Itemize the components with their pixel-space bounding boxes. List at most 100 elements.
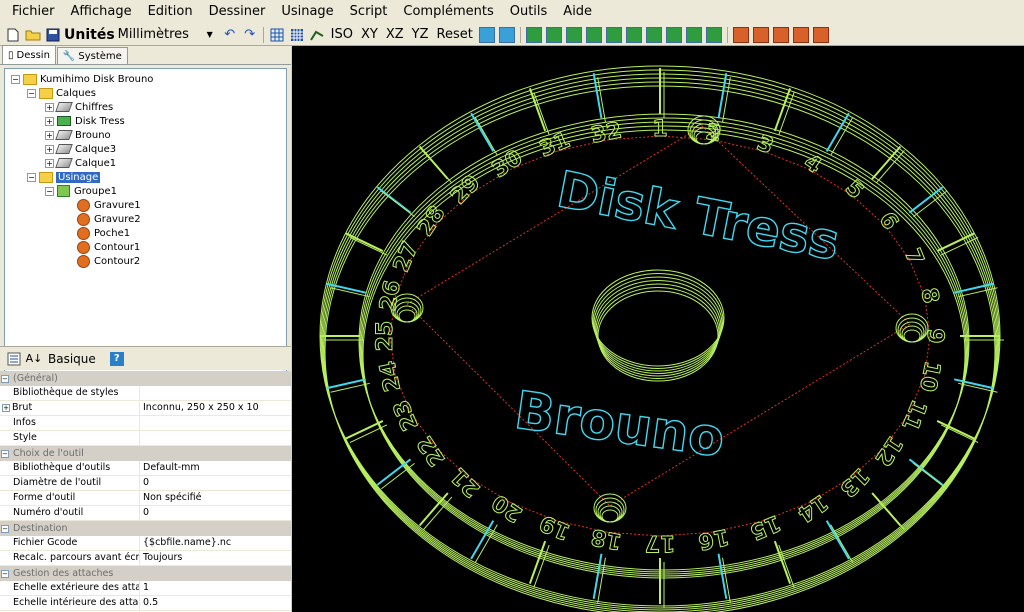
prop-value[interactable]: 1 — [140, 581, 291, 595]
undo-icon[interactable]: ↶ — [221, 26, 239, 44]
draw-arc-icon[interactable] — [625, 26, 643, 44]
generate-gcode-icon[interactable] — [812, 26, 830, 44]
document-tree[interactable]: − Kumihimo Disk Brouno − Calques + Chiffres… — [4, 68, 287, 388]
tree-node-gravure1[interactable]: Gravure1 — [77, 198, 141, 212]
prop-row[interactable]: Infos — [0, 416, 291, 431]
tab-systeme[interactable]: 🔧 Système — [56, 47, 128, 64]
menu-affichage[interactable]: Affichage — [63, 0, 140, 24]
expand-icon[interactable]: + — [45, 144, 54, 154]
help-icon[interactable]: ? — [108, 350, 126, 368]
prop-value[interactable]: Inconnu, 250 x 250 x 10 — [140, 401, 291, 415]
draw-point-icon[interactable] — [565, 26, 583, 44]
expand-icon[interactable]: + — [45, 158, 54, 168]
collapse-icon[interactable]: − — [27, 88, 36, 98]
menu-outils[interactable]: Outils — [502, 0, 556, 24]
basic-view-button[interactable]: Basique — [45, 350, 99, 368]
tab-dessin[interactable]: ▯ Dessin — [2, 45, 56, 64]
category-destination[interactable]: − Destination — [0, 521, 291, 536]
expand-icon[interactable]: + — [45, 130, 54, 140]
grid-icon[interactable] — [268, 26, 286, 44]
tree-node-contour2[interactable]: Contour2 — [77, 254, 140, 268]
view-xz-button[interactable]: XZ — [383, 26, 407, 44]
draw-copy-icon[interactable] — [685, 26, 703, 44]
draw-rectangle-icon[interactable] — [585, 26, 603, 44]
tree-node-calques[interactable]: − Calques — [27, 86, 96, 100]
tree-node-groupe1[interactable]: − Groupe1 — [45, 184, 117, 198]
tree-node-layer-calque3[interactable]: + Calque3 — [45, 142, 116, 156]
categorized-icon[interactable] — [5, 350, 23, 368]
zoom-extents-icon[interactable] — [478, 26, 496, 44]
prop-row[interactable]: Numéro d'outil 0 — [0, 506, 291, 521]
3d-viewport[interactable]: 1 2 3 4 5 6 7 8 9 10 11 12 13 14 15 16 17 18 19 20 21 22 23 24 2… — [292, 46, 1024, 612]
menu-dessiner[interactable]: Dessiner — [201, 0, 274, 24]
engrave-op-icon[interactable] — [752, 26, 770, 44]
tree-node-root[interactable]: − Kumihimo Disk Brouno — [11, 72, 153, 86]
view-reset-button[interactable]: Reset — [434, 26, 476, 44]
prop-row[interactable]: + Brut Inconnu, 250 x 250 x 10 — [0, 401, 291, 416]
category-tool[interactable]: − Choix de l'outil — [0, 446, 291, 461]
draw-text-icon[interactable] — [605, 26, 623, 44]
collapse-icon[interactable]: − — [11, 74, 20, 84]
tree-node-usinage[interactable]: − Usinage — [27, 170, 101, 184]
menu-script[interactable]: Script — [342, 0, 396, 24]
menu-aide[interactable]: Aide — [555, 0, 600, 24]
prop-row[interactable]: Bibliothèque d'outils Default-mm — [0, 461, 291, 476]
pocket-op-icon[interactable] — [732, 26, 750, 44]
sort-alpha-icon[interactable]: A↓ — [25, 350, 43, 368]
draw-polyline-icon[interactable] — [525, 26, 543, 44]
toolpath-drawing[interactable]: 1 2 34567891011121314151617181920212223242… — [292, 46, 1024, 612]
tree-node-layer-brouno[interactable]: + Brouno — [45, 128, 111, 142]
expand-icon[interactable]: + — [45, 116, 54, 126]
collapse-icon[interactable]: − — [1, 449, 9, 458]
collapse-icon[interactable]: − — [45, 186, 54, 196]
collapse-icon[interactable]: − — [1, 524, 9, 533]
tree-node-layer-disk-tress[interactable]: + Disk Tress — [45, 114, 125, 128]
prop-value[interactable] — [140, 386, 291, 400]
prop-row[interactable]: Echelle extérieure des attaches1 — [0, 581, 291, 596]
tree-node-gravure2[interactable]: Gravure2 — [77, 212, 141, 226]
draw-spline-icon[interactable] — [665, 26, 683, 44]
save-icon[interactable] — [44, 26, 62, 44]
redo-icon[interactable]: ↷ — [241, 26, 259, 44]
prop-row[interactable]: Recalc. parcours avant écritureToujours — [0, 551, 291, 566]
prop-value[interactable]: Toujours — [140, 551, 291, 565]
menu-complements[interactable]: Compléments — [395, 0, 501, 24]
prop-value[interactable]: Non spécifié — [140, 491, 291, 505]
prop-value[interactable] — [140, 431, 291, 445]
snap-grid-icon[interactable] — [288, 26, 306, 44]
tree-node-layer-calque1[interactable]: + Calque1 — [45, 156, 116, 170]
expand-icon[interactable]: + — [2, 404, 10, 412]
collapse-icon[interactable]: − — [1, 374, 9, 383]
collapse-icon[interactable]: − — [27, 172, 36, 182]
prop-row[interactable]: Fichier Gcode {$cbfile.name}.nc — [0, 536, 291, 551]
menu-fichier[interactable]: Fichier — [4, 0, 63, 24]
prop-row[interactable]: Style — [0, 431, 291, 446]
draw-bezier-icon[interactable] — [645, 26, 663, 44]
view-iso-button[interactable]: ISO — [328, 26, 356, 44]
path-icon[interactable] — [308, 26, 326, 44]
chevron-down-icon[interactable]: ▼ — [201, 26, 219, 44]
prop-row[interactable]: Diamètre de l'outil 0 — [0, 476, 291, 491]
draw-ellipse-icon[interactable] — [705, 26, 723, 44]
units-select[interactable]: Millimètres — [116, 26, 196, 44]
zoom-icon[interactable] — [498, 26, 516, 44]
tree-node-contour1[interactable]: Contour1 — [77, 240, 140, 254]
view-xy-button[interactable]: XY — [358, 26, 381, 44]
prop-value[interactable] — [140, 416, 291, 430]
profile-op-icon[interactable] — [772, 26, 790, 44]
view-yz-button[interactable]: YZ — [409, 26, 432, 44]
tree-node-poche1[interactable]: Poche1 — [77, 226, 130, 240]
new-file-icon[interactable] — [4, 26, 22, 44]
tree-node-layer-chiffres[interactable]: + Chiffres — [45, 100, 113, 114]
collapse-icon[interactable]: − — [1, 569, 9, 578]
category-attaches[interactable]: − Gestion des attaches — [0, 566, 291, 581]
prop-value[interactable]: 0 — [140, 476, 291, 490]
drill-op-icon[interactable] — [792, 26, 810, 44]
prop-row[interactable]: Bibliothèque de styles — [0, 386, 291, 401]
prop-row[interactable]: Echelle intérieure des attaches0.5 — [0, 596, 291, 611]
draw-circle-icon[interactable] — [545, 26, 563, 44]
category-general[interactable]: − (Général) — [0, 371, 291, 386]
prop-value[interactable]: Default-mm — [140, 461, 291, 475]
prop-value[interactable]: {$cbfile.name}.nc — [140, 536, 291, 550]
menu-edition[interactable]: Edition — [140, 0, 201, 24]
